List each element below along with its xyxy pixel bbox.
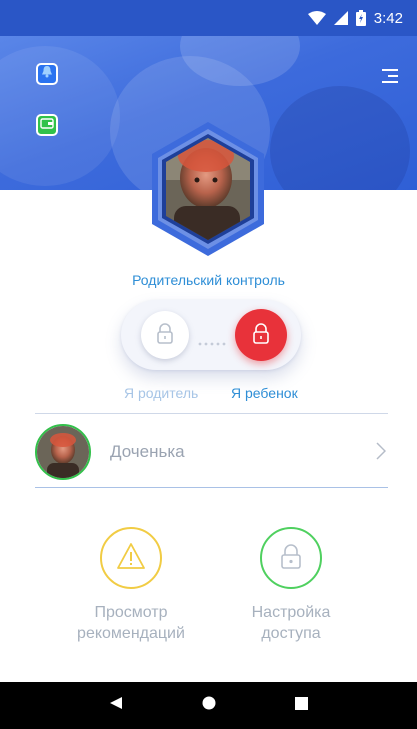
home-icon[interactable] (202, 696, 216, 715)
child-role-knob[interactable] (235, 309, 287, 361)
lock-icon (156, 322, 174, 349)
wallet-icon (40, 116, 54, 134)
navigation-bar (0, 682, 417, 729)
warning-icon (116, 542, 146, 575)
child-avatar (35, 424, 91, 480)
role-toggle[interactable] (121, 300, 301, 370)
child-profile-row[interactable]: Доченька (35, 422, 388, 482)
wallet-button[interactable] (36, 114, 58, 136)
notifications-button[interactable] (36, 63, 58, 85)
chevron-right-icon (376, 442, 387, 465)
action-label: Просмотр рекомендаций (77, 604, 185, 642)
child-name: Доченька (110, 442, 185, 461)
action-circle[interactable] (100, 527, 162, 589)
battery-icon (355, 10, 366, 26)
profile-avatar[interactable] (146, 120, 270, 258)
menu-button[interactable] (382, 68, 400, 84)
bell-icon (41, 65, 53, 83)
toggle-dots (198, 333, 228, 346)
back-icon[interactable] (109, 696, 123, 715)
status-bar: 3:42 (0, 0, 417, 36)
parent-role-label[interactable]: Я родитель (124, 385, 198, 401)
lock-icon (252, 322, 270, 349)
lock-icon (280, 542, 302, 575)
divider (35, 413, 388, 414)
status-time: 3:42 (373, 9, 403, 27)
view-recommendations-button[interactable]: Просмотр рекомендаций (71, 527, 191, 644)
wifi-icon (307, 11, 326, 25)
menu-icon (382, 69, 400, 88)
signal-icon (333, 11, 348, 25)
divider (35, 487, 388, 488)
recents-icon[interactable] (294, 696, 308, 715)
child-role-label[interactable]: Я ребенок (231, 385, 298, 401)
access-settings-button[interactable]: Настройка доступа (231, 527, 351, 644)
parent-role-knob[interactable] (141, 311, 189, 359)
action-circle[interactable] (260, 527, 322, 589)
action-label: Настройка доступа (251, 604, 331, 642)
page-title: Родительский контроль (132, 272, 285, 288)
